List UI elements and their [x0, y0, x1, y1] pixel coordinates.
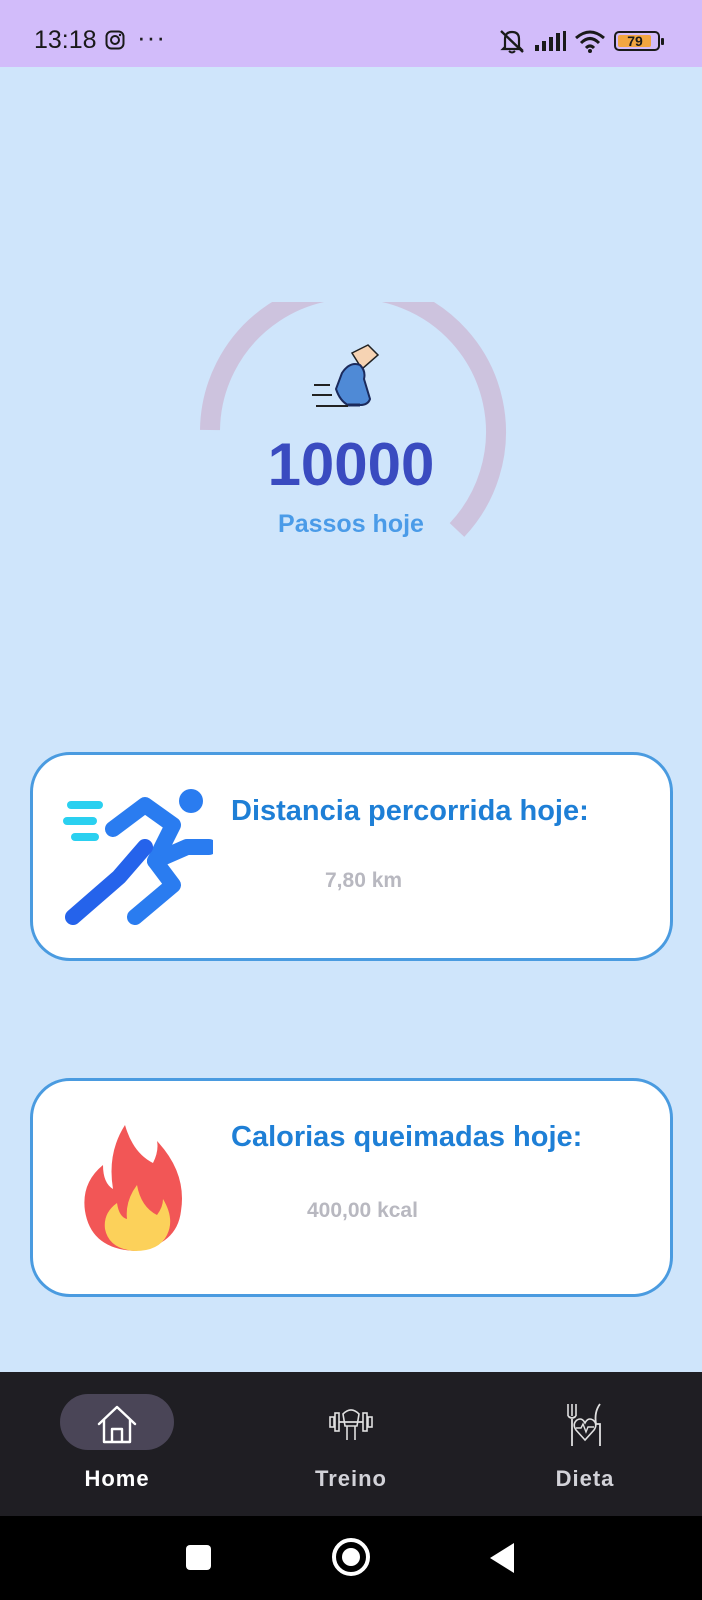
dumbbell-icon	[329, 1409, 373, 1440]
steps-label: Passos hoje	[278, 510, 424, 538]
calories-card[interactable]: Calorias queimadas hoje: 400,00 kcal	[30, 1078, 673, 1297]
mute-bell-icon	[500, 30, 524, 54]
home-icon	[97, 1405, 137, 1444]
status-time: 13:18	[34, 26, 97, 54]
nav-label-treino: Treino	[314, 1466, 387, 1491]
distance-title: Distancia percorrida hoje:	[231, 795, 589, 827]
nav-item-dieta[interactable]: Dieta	[468, 1372, 702, 1516]
bottom-navigation: Home Treino Dieta	[0, 1372, 702, 1516]
status-bar: 13:18 ··· 79	[0, 0, 702, 67]
nav-label-dieta: Dieta	[555, 1466, 615, 1491]
nav-label-home: Home	[84, 1466, 150, 1491]
instagram-icon	[105, 30, 125, 50]
distance-card[interactable]: Distancia percorrida hoje: 7,80 km	[30, 752, 673, 961]
system-navigation-bar	[0, 1516, 702, 1600]
calories-value: 400,00 kcal	[307, 1199, 418, 1222]
signal-icon	[535, 31, 566, 51]
flame-icon	[84, 1125, 182, 1251]
wifi-icon	[575, 30, 605, 53]
steps-value: 10000	[267, 431, 435, 498]
runner-icon	[63, 789, 213, 925]
nav-item-home[interactable]: Home	[0, 1372, 234, 1516]
running-shoe-icon	[312, 344, 380, 407]
back-button[interactable]	[490, 1543, 514, 1573]
battery-level: 79	[627, 33, 643, 49]
recent-apps-button[interactable]	[186, 1545, 211, 1570]
system-home-button[interactable]	[332, 1538, 370, 1576]
nav-item-treino[interactable]: Treino	[234, 1372, 468, 1516]
battery-icon: 79	[614, 31, 664, 51]
calories-title: Calorias queimadas hoje:	[231, 1121, 583, 1153]
distance-value: 7,80 km	[325, 869, 403, 892]
overflow-dots-icon: ···	[137, 22, 166, 52]
diet-heart-icon	[567, 1403, 601, 1446]
